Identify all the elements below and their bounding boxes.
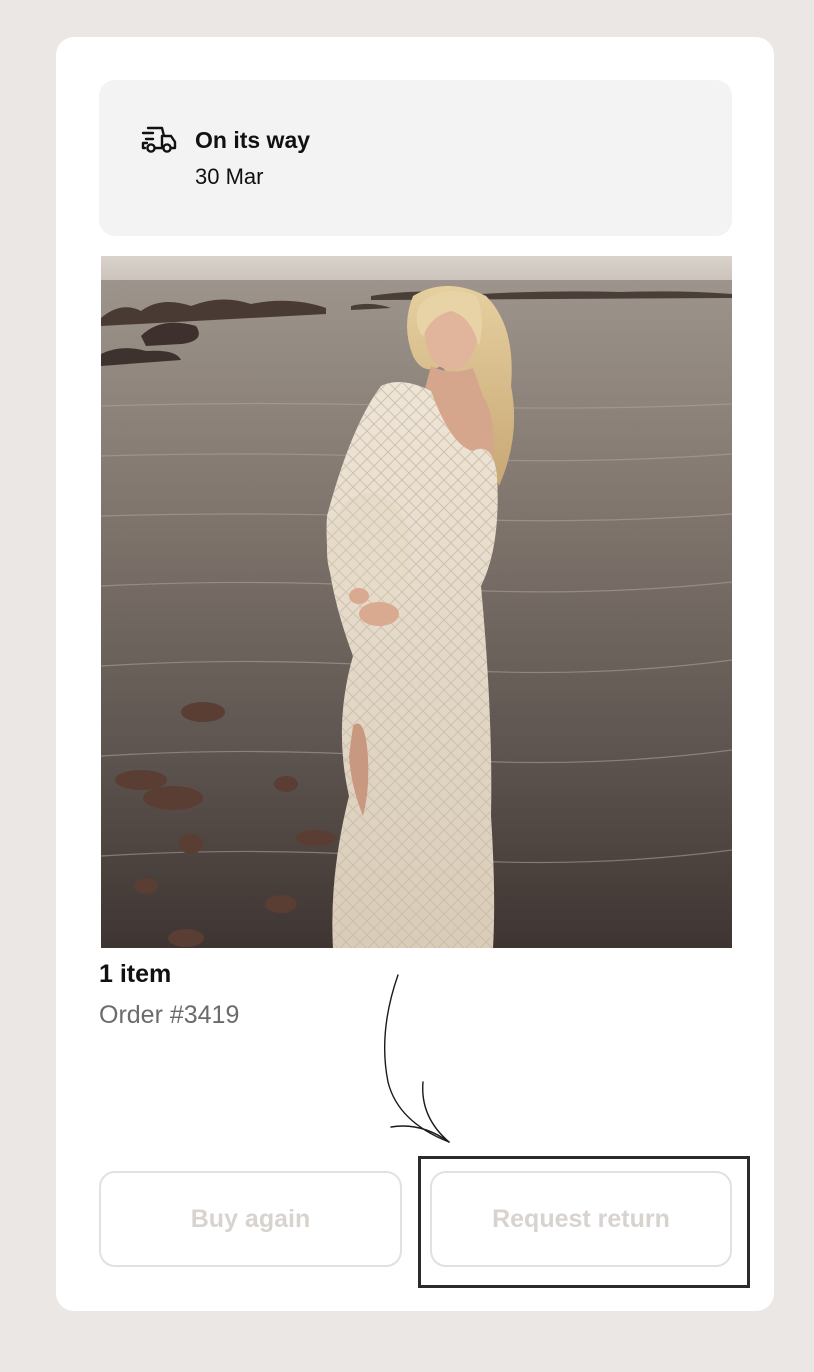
hand-drawn-arrow-icon [383,974,450,1143]
item-count: 1 item [99,960,172,988]
shipping-status-panel: On its way 30 Mar [99,80,732,236]
order-card: On its way 30 Mar 1 item Order #3419 Buy… [56,37,774,1311]
buy-again-button[interactable]: Buy again [99,1171,402,1267]
delivery-truck-icon [141,126,177,153]
order-number: Order #3419 [99,1001,240,1029]
status-date: 30 Mar [195,164,264,189]
request-return-highlight-box [418,1156,750,1288]
product-image[interactable] [101,256,732,948]
status-title: On its way [195,127,311,153]
